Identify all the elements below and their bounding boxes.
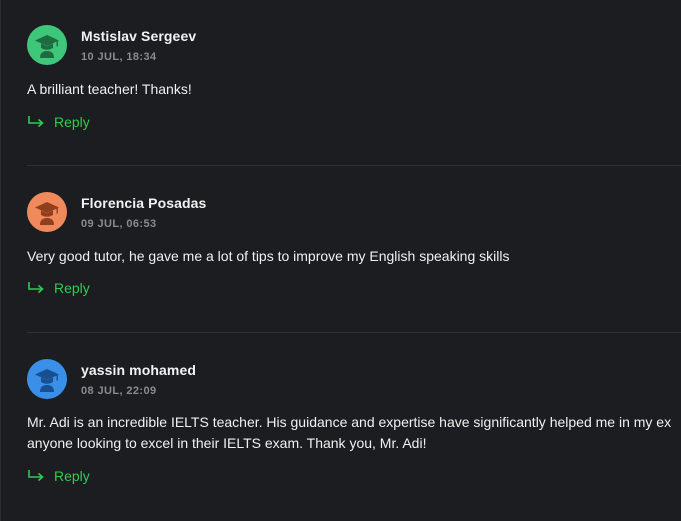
comment-header: yassin mohamed 08 JUL, 22:09 — [27, 359, 681, 399]
reply-arrow-icon — [28, 470, 44, 482]
reply-button[interactable]: Reply — [27, 280, 90, 296]
comment-text-line-2: anyone looking to excel in their IELTS e… — [27, 435, 427, 451]
reply-label: Reply — [54, 280, 90, 296]
graduation-cap-icon — [35, 369, 59, 392]
comment-header: Mstislav Sergeev 10 JUL, 18:34 — [27, 25, 681, 65]
avatar[interactable] — [27, 25, 67, 65]
divider — [27, 332, 681, 333]
comment-date: 09 JUL, 06:53 — [81, 218, 157, 230]
graduation-cap-icon — [35, 35, 59, 58]
comment-item: Mstislav Sergeev 10 JUL, 18:34 A brillia… — [27, 25, 681, 134]
reply-button[interactable]: Reply — [27, 114, 90, 130]
comment-author: Florencia Posadas — [81, 195, 207, 211]
comment-date: 08 JUL, 22:09 — [81, 385, 157, 397]
comments-list: Mstislav Sergeev 10 JUL, 18:34 A brillia… — [0, 0, 681, 521]
divider — [27, 165, 681, 166]
comment-text: Very good tutor, he gave me a lot of tip… — [27, 248, 510, 264]
reply-arrow-icon — [28, 282, 44, 294]
avatar[interactable] — [27, 192, 67, 232]
comment-item: yassin mohamed 08 JUL, 22:09 Mr. Adi is … — [27, 359, 681, 488]
comment-item: Florencia Posadas 09 JUL, 06:53 Very goo… — [27, 192, 681, 300]
comment-text: Mr. Adi is an incredible IELTS teacher. … — [27, 414, 672, 430]
graduation-cap-icon — [35, 202, 59, 225]
reply-label: Reply — [54, 468, 90, 484]
reply-arrow-icon — [28, 116, 44, 128]
comment-author: Mstislav Sergeev — [81, 28, 197, 44]
comment-header: Florencia Posadas 09 JUL, 06:53 — [27, 192, 681, 232]
avatar[interactable] — [27, 359, 67, 399]
comment-author: yassin mohamed — [81, 362, 196, 378]
comment-text: A brilliant teacher! Thanks! — [27, 81, 192, 97]
reply-label: Reply — [54, 114, 90, 130]
reply-button[interactable]: Reply — [27, 468, 90, 484]
comment-date: 10 JUL, 18:34 — [81, 51, 157, 63]
